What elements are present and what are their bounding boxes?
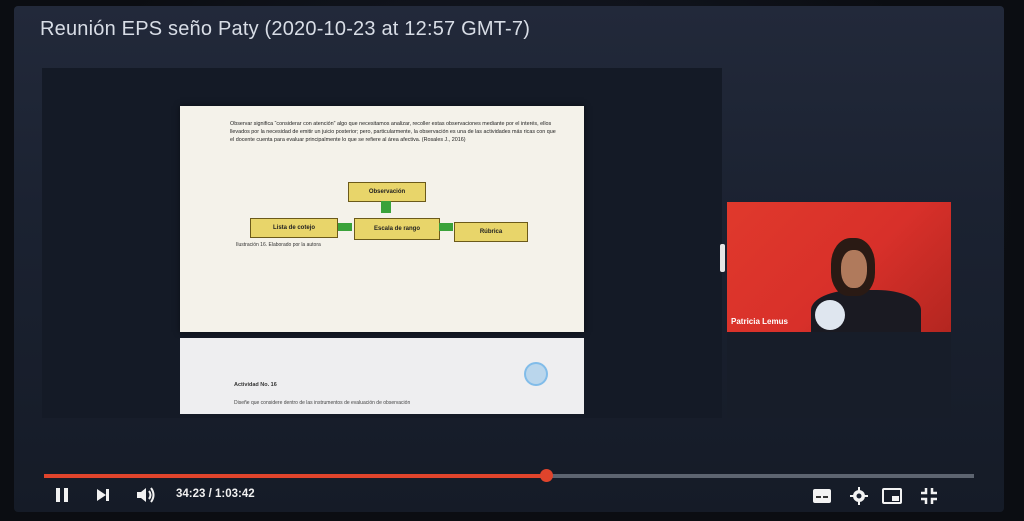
time-display: 34:23 / 1:03:42 (176, 488, 255, 500)
figure-caption: Ilustración 16. Elaborado por la autora (236, 242, 321, 248)
box-observacion: Observación (348, 182, 426, 202)
slide-paragraph: Observar significa “considerar con atenc… (230, 121, 556, 143)
cursor-highlight (524, 362, 548, 386)
volume-icon[interactable] (136, 486, 156, 509)
webcam-tile: Patricia Lemus (727, 202, 951, 332)
arrow-right-icon (439, 223, 453, 231)
activity-text: Diseñe que considere dentro de las instr… (234, 400, 411, 406)
participant-name: Patricia Lemus (731, 317, 788, 326)
progress-played (44, 474, 547, 478)
activity-title: Actividad No. 16 (234, 382, 277, 388)
box-rubrica: Rúbrica (454, 222, 528, 242)
progress-bar[interactable] (44, 469, 974, 482)
subtitles-icon[interactable] (812, 488, 832, 509)
pause-icon[interactable] (54, 487, 70, 508)
miniplayer-icon[interactable] (882, 488, 902, 509)
gear-icon[interactable] (850, 487, 868, 510)
exit-fullscreen-icon[interactable] (920, 487, 938, 510)
video-title: Reunión EPS seño Paty (2020-10-23 at 12:… (40, 18, 531, 40)
next-slide: Actividad No. 16 Diseñe que considere de… (180, 338, 584, 414)
presentation-slide: Observar significa “considerar con atenc… (180, 106, 584, 332)
video-player[interactable]: Reunión EPS seño Paty (2020-10-23 at 12:… (14, 6, 1004, 512)
participant-face (841, 250, 867, 288)
box-escala-de-rango: Escala de rango (354, 218, 440, 240)
player-controls: 34:23 / 1:03:42 (44, 482, 974, 510)
box-lista-de-cotejo: Lista de cotejo (250, 218, 338, 238)
webcam-area-background (727, 332, 951, 418)
progress-thumb[interactable] (540, 469, 554, 482)
arrow-right-icon (338, 223, 352, 231)
arrow-down-icon (381, 201, 391, 213)
participant-shirt (815, 300, 845, 330)
panel-resize-handle[interactable] (720, 244, 725, 272)
next-icon[interactable] (96, 488, 110, 507)
